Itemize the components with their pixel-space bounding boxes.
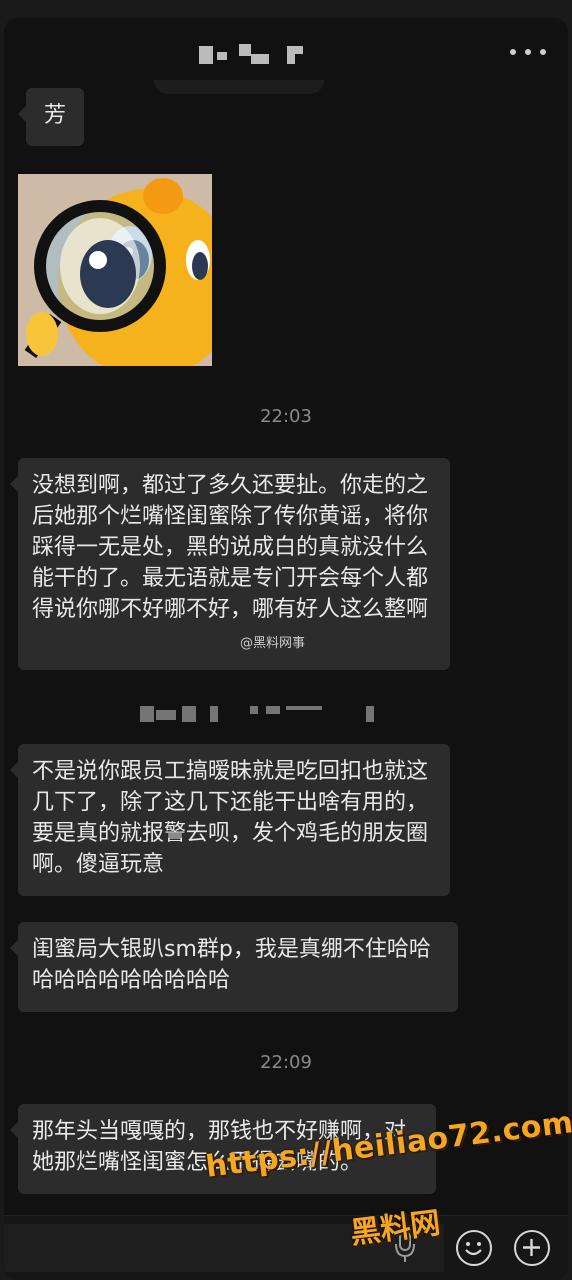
emoji-icon[interactable] <box>456 1230 492 1266</box>
chat-title-redacted <box>199 44 309 66</box>
inline-watermark: @黑料网事 <box>240 636 306 651</box>
timestamp: 22:03 <box>260 406 312 427</box>
chat-window: 芳 22:03 没想到啊，都过了多久还要扯。你走的之后她那个烂嘴怪闺蜜除了传你黄… <box>4 18 568 1280</box>
timestamp: 22:09 <box>260 1052 312 1073</box>
more-icon[interactable] <box>510 42 546 62</box>
redacted-system-line <box>134 706 384 722</box>
header-shadow <box>154 80 324 94</box>
message-text: 没想到啊，都过了多久还要扯。你走的之后她那个烂嘴怪闺蜜除了传你黄谣，将你踩得一无… <box>32 473 429 622</box>
duck-magnifier-sticker[interactable] <box>18 174 212 366</box>
message-bubble[interactable]: 芳 <box>18 88 84 146</box>
message-bubble[interactable]: 不是说你跟员工搞暧昧就是吃回扣也就这几下了，除了这几下还能干出啥有用的，要是真的… <box>10 744 450 896</box>
message-bubble[interactable]: 闺蜜局大银趴sm群p，我是真绷不住哈哈哈哈哈哈哈哈哈哈哈 <box>10 922 458 1012</box>
chat-header <box>4 18 568 88</box>
input-bar <box>4 1215 568 1280</box>
message-bubble[interactable]: 没想到啊，都过了多久还要扯。你走的之后她那个烂嘴怪闺蜜除了传你黄谣，将你踩得一无… <box>10 458 450 670</box>
message-text: 闺蜜局大银趴sm群p，我是真绷不住哈哈哈哈哈哈哈哈哈哈哈 <box>32 937 431 993</box>
message-text: 芳 <box>43 103 66 128</box>
plus-icon[interactable] <box>514 1230 550 1266</box>
message-text: 不是说你跟员工搞暧昧就是吃回扣也就这几下了，除了这几下还能干出啥有用的，要是真的… <box>32 759 429 877</box>
